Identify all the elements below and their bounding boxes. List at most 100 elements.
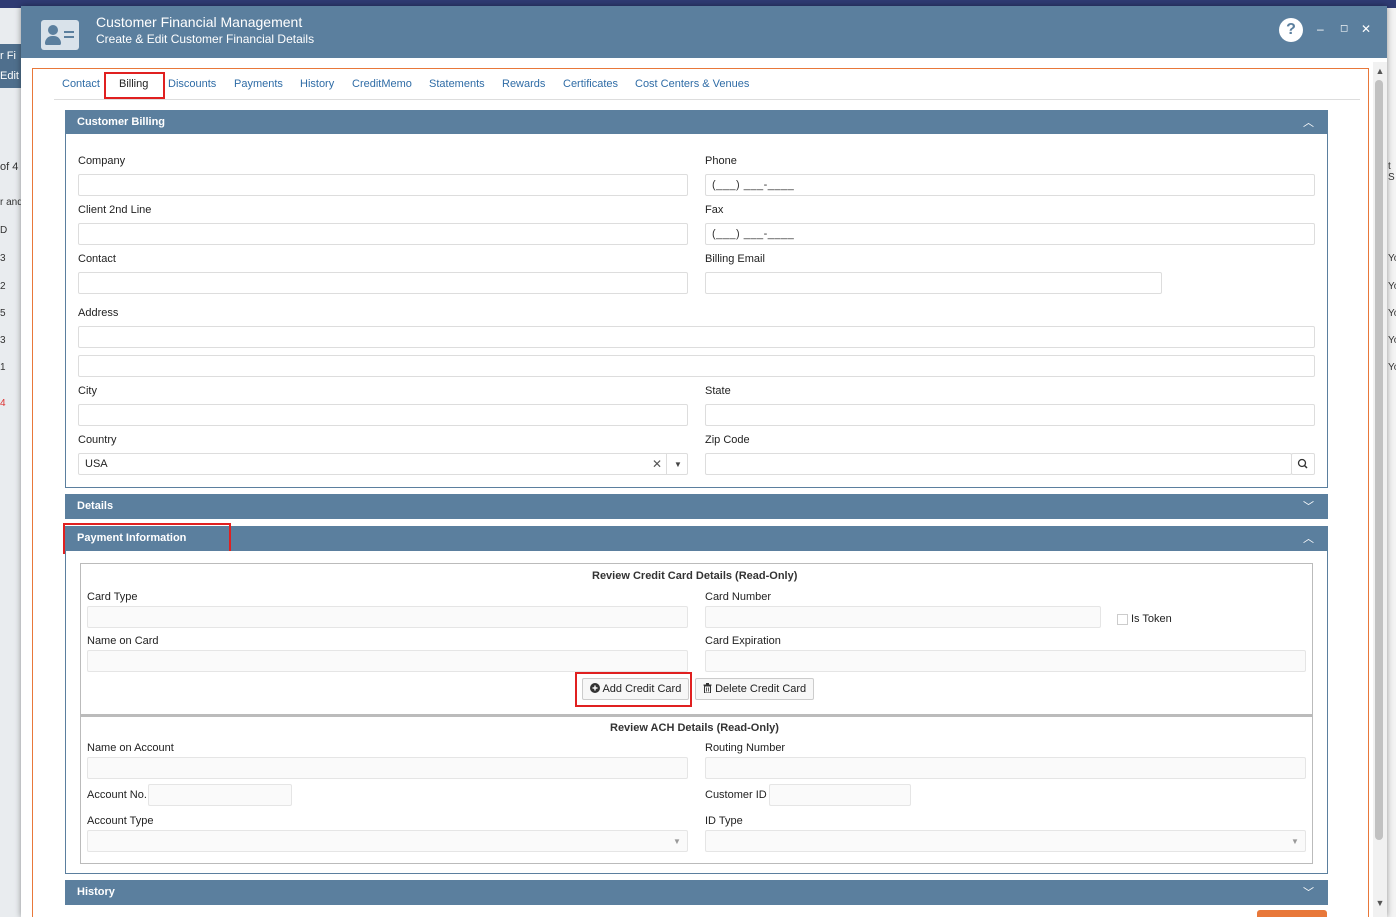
tab-creditmemo[interactable]: CreditMemo — [352, 78, 412, 90]
add-credit-card-highlight — [575, 672, 692, 707]
details-header[interactable]: Details ﹀ — [65, 494, 1328, 519]
tab-divider — [54, 99, 1360, 100]
tab-rewards[interactable]: Rewards — [502, 78, 545, 90]
delete-credit-card-label: Delete Credit Card — [715, 683, 807, 695]
contact-label: Contact — [78, 253, 116, 265]
background-text: Yo — [1388, 308, 1396, 319]
credit-card-details-title: Review Credit Card Details (Read-Only) — [592, 570, 798, 582]
routing-number-label: Routing Number — [705, 742, 786, 754]
history-title: History — [77, 886, 115, 898]
address-line1-input[interactable] — [78, 326, 1315, 348]
client-2nd-line-label: Client 2nd Line — [78, 204, 152, 216]
close-icon[interactable]: ✕ — [1361, 22, 1371, 36]
zip-code-label: Zip Code — [705, 434, 750, 446]
zip-search-button[interactable] — [1291, 453, 1315, 475]
scroll-down-icon[interactable]: ▼ — [1373, 896, 1387, 910]
background-text: 3 — [0, 335, 6, 346]
customer-billing-title: Customer Billing — [77, 116, 166, 128]
payment-information-header[interactable]: Payment Information ︿ — [65, 526, 1328, 551]
scrollbar-thumb[interactable] — [1375, 80, 1383, 840]
company-label: Company — [78, 155, 126, 167]
background-text: 3 — [0, 253, 6, 264]
modal-header: Customer Financial Management Create & E… — [21, 6, 1387, 58]
ach-details-box: Review ACH Details (Read-Only) Name on A… — [80, 715, 1313, 864]
clear-icon[interactable]: ✕ — [652, 457, 662, 471]
tab-cost-centers-venues[interactable]: Cost Centers & Venues — [635, 78, 749, 90]
background-text: 5 — [0, 308, 6, 319]
background-text: 4 — [0, 398, 6, 409]
billing-email-input[interactable] — [705, 272, 1162, 294]
chevron-down-icon[interactable]: ﹀ — [1303, 884, 1314, 900]
routing-number-input — [705, 757, 1306, 779]
tab-history[interactable]: History — [300, 78, 334, 90]
phone-mask: (___) ___-____ — [712, 179, 795, 191]
fax-input[interactable]: (___) ___-____ — [705, 223, 1315, 245]
contact-card-icon — [41, 20, 79, 50]
modal-title: Customer Financial Management — [96, 14, 303, 30]
trash-icon — [703, 683, 712, 694]
fax-label: Fax — [705, 204, 724, 216]
credit-card-details-box: Review Credit Card Details (Read-Only) C… — [80, 563, 1313, 715]
customer-id-input — [769, 784, 911, 806]
background-text: Yo — [1388, 362, 1396, 373]
background-text: r Fi — [0, 50, 16, 62]
background-text: Yo — [1388, 281, 1396, 292]
background-text: Edit — [0, 70, 19, 82]
fax-mask: (___) ___-____ — [712, 228, 795, 240]
chevron-down-icon[interactable]: ﹀ — [1303, 498, 1314, 514]
ach-details-title: Review ACH Details (Read-Only) — [610, 722, 779, 734]
background-text: 2 — [0, 281, 6, 292]
background-text: t S — [1388, 161, 1395, 183]
maximize-icon[interactable]: ◻ — [1340, 22, 1348, 36]
footer-action-button[interactable] — [1257, 910, 1327, 917]
tab-certificates[interactable]: Certificates — [563, 78, 618, 90]
background-text: Yo — [1388, 253, 1396, 264]
city-input[interactable] — [78, 404, 688, 426]
history-header[interactable]: History ﹀ — [65, 880, 1328, 905]
background-text: of 4 — [0, 161, 19, 173]
payment-information-highlight — [63, 523, 231, 554]
card-expiration-label: Card Expiration — [705, 635, 781, 647]
zip-code-input[interactable] — [705, 453, 1292, 475]
state-label: State — [705, 385, 731, 397]
country-select[interactable]: USA — [78, 453, 688, 475]
is-token-checkbox — [1117, 614, 1128, 625]
scroll-up-icon[interactable]: ▲ — [1373, 64, 1387, 78]
tab-statements[interactable]: Statements — [429, 78, 485, 90]
city-label: City — [78, 385, 97, 397]
customer-billing-header[interactable]: Customer Billing ︿ — [65, 110, 1328, 134]
chevron-up-icon[interactable]: ︿ — [1303, 530, 1314, 546]
customer-financial-modal: Customer Financial Management Create & E… — [21, 6, 1387, 917]
country-label: Country — [78, 434, 117, 446]
company-input[interactable] — [78, 174, 688, 196]
customer-id-label: Customer ID — [705, 789, 767, 801]
name-on-account-input — [87, 757, 688, 779]
country-value: USA — [85, 458, 108, 470]
account-type-label: Account Type — [87, 815, 154, 827]
billing-email-label: Billing Email — [705, 253, 765, 265]
select-divider — [666, 454, 667, 474]
state-input[interactable] — [705, 404, 1315, 426]
account-no-input — [148, 784, 292, 806]
account-no-label: Account No. — [87, 789, 147, 801]
card-type-label: Card Type — [87, 591, 138, 603]
chevron-down-icon[interactable]: ▼ — [674, 460, 682, 469]
chevron-up-icon[interactable]: ︿ — [1303, 114, 1314, 130]
contact-input[interactable] — [78, 272, 688, 294]
id-type-select — [705, 830, 1306, 852]
client-2nd-line-input[interactable] — [78, 223, 688, 245]
modal-subtitle: Create & Edit Customer Financial Details — [96, 32, 315, 46]
is-token-label: Is Token — [1131, 613, 1172, 625]
delete-credit-card-button[interactable]: Delete Credit Card — [695, 678, 815, 700]
card-type-input — [87, 606, 688, 628]
phone-input[interactable]: (___) ___-____ — [705, 174, 1315, 196]
card-number-label: Card Number — [705, 591, 772, 603]
tab-payments[interactable]: Payments — [234, 78, 283, 90]
address-line2-input[interactable] — [78, 355, 1315, 377]
tab-discounts[interactable]: Discounts — [168, 78, 216, 90]
help-icon[interactable]: ? — [1279, 18, 1303, 42]
minimize-icon[interactable]: – — [1317, 22, 1324, 36]
account-type-select — [87, 830, 688, 852]
details-title: Details — [77, 500, 114, 512]
tab-contact[interactable]: Contact — [62, 78, 100, 90]
